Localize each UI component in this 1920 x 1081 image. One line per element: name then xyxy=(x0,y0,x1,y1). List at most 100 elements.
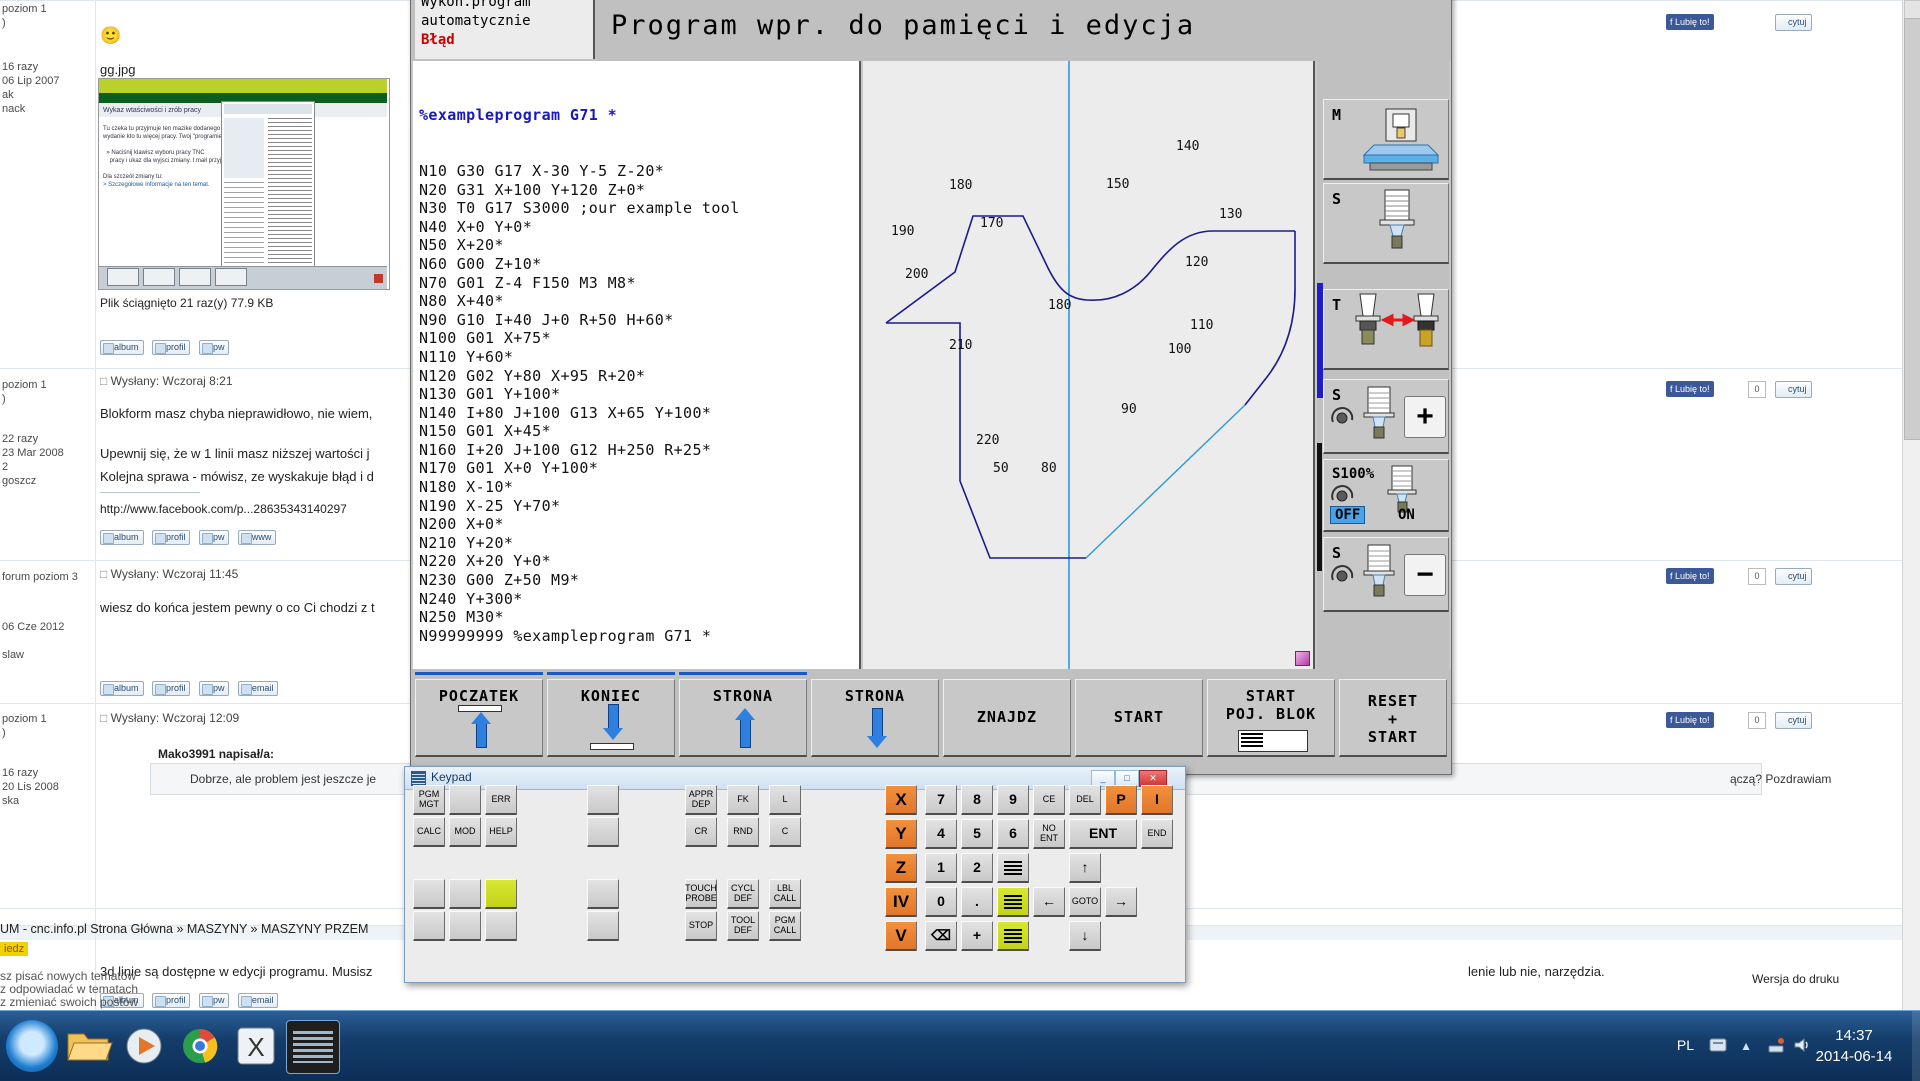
profil-button[interactable]: profil xyxy=(151,340,191,355)
softkey-start-single-block[interactable]: START POJ. BLOK xyxy=(1207,679,1335,757)
numeric-key-5[interactable]: 5 xyxy=(961,819,993,849)
decrease-button[interactable]: − xyxy=(1404,554,1446,596)
round-icon-key[interactable]: RND xyxy=(727,817,759,847)
pw-button[interactable]: pw xyxy=(198,681,230,696)
program-line[interactable]: N140 I+80 J+100 G13 X+65 Y+100* xyxy=(419,404,859,423)
calc-key[interactable]: CALC xyxy=(413,817,445,847)
arrow-up-key[interactable]: ↑ xyxy=(1069,853,1101,883)
x-app-icon[interactable]: X xyxy=(230,1020,282,1072)
program-line[interactable]: N30 T0 G17 S3000 ;our example tool xyxy=(419,199,859,218)
facebook-like-button[interactable]: f Lubię to! xyxy=(1666,381,1714,397)
goto-key[interactable]: GOTO xyxy=(1069,887,1101,917)
softkey-strona-down[interactable]: STRONA xyxy=(811,679,939,757)
program-line[interactable]: N50 X+20* xyxy=(419,236,859,255)
scroll-thumb[interactable] xyxy=(1904,18,1920,440)
arrow-left-key[interactable]: ← xyxy=(1033,887,1065,917)
program-line[interactable]: N60 G00 Z+10* xyxy=(419,255,859,274)
pw-button[interactable]: pw xyxy=(198,530,230,545)
softkey-poczatek[interactable]: POCZATEK xyxy=(415,679,543,757)
arrow-down-key[interactable]: ↓ xyxy=(1069,921,1101,951)
program-line[interactable]: N190 X-25 Y+70* xyxy=(419,497,859,516)
numeric-key-8[interactable]: 8 xyxy=(961,785,993,815)
list-key-3[interactable] xyxy=(997,921,1029,951)
explorer-icon[interactable] xyxy=(62,1020,114,1072)
program-line[interactable]: N200 X+0* xyxy=(419,515,859,534)
network-icon[interactable] xyxy=(1766,1035,1786,1060)
axis-key-y[interactable]: Y xyxy=(885,819,917,849)
program-line[interactable]: N40 X+0 Y+0* xyxy=(419,218,859,237)
tray-expand-icon[interactable]: ▲ xyxy=(1740,1039,1752,1053)
program-line[interactable]: N130 G01 Y+100* xyxy=(419,385,859,404)
fk-key[interactable]: FK xyxy=(727,785,759,815)
program-line[interactable]: N90 G10 I+40 J+0 R+50 H+60* xyxy=(419,311,859,330)
cycle-cw-icon-key[interactable] xyxy=(587,785,619,815)
start-button[interactable] xyxy=(6,1020,58,1072)
media-player-icon[interactable] xyxy=(118,1020,170,1072)
program-line[interactable]: N10 G30 G17 X-30 Y-5 Z-20* xyxy=(419,162,859,181)
program-run-icon-key[interactable] xyxy=(485,879,517,909)
tool-def-key[interactable]: TOOL DEF xyxy=(727,911,759,941)
program-line[interactable]: N220 X+20 Y+0* xyxy=(419,552,859,571)
email-button[interactable]: email xyxy=(237,681,279,696)
s100-on-state[interactable]: ON xyxy=(1398,507,1415,523)
program-line[interactable]: N20 G31 X+100 Y+120 Z+0* xyxy=(419,181,859,200)
facebook-like-button[interactable]: f Lubię to! xyxy=(1666,712,1714,728)
help-key[interactable]: HELP xyxy=(485,817,517,847)
s100-off-state[interactable]: OFF xyxy=(1330,506,1366,524)
del-key[interactable]: DEL xyxy=(1069,785,1101,815)
no-ent-key[interactable]: NO ENT xyxy=(1033,819,1065,849)
stop-key[interactable]: STOP xyxy=(685,911,717,941)
program-line[interactable]: N170 G01 X+0 Y+100* xyxy=(419,459,859,478)
pw-button[interactable]: pw xyxy=(198,340,230,355)
mod-key[interactable]: MOD xyxy=(449,817,481,847)
axis-key-x[interactable]: X xyxy=(885,785,917,815)
i-key[interactable]: I xyxy=(1141,785,1173,815)
blank-key[interactable] xyxy=(449,785,481,815)
increase-button[interactable]: + xyxy=(1404,396,1446,438)
horizontal-softkey-row[interactable]: POCZATEK KONIEC STRONA STRONA ZNAJDZ STA… xyxy=(411,669,1451,774)
lbl-call-key[interactable]: LBL CALL xyxy=(769,879,801,909)
program-line[interactable]: N110 Y+60* xyxy=(419,348,859,367)
album-button[interactable]: album xyxy=(100,340,144,355)
post-actions-3[interactable]: album profil pw email xyxy=(100,678,282,696)
numeric-key-sym[interactable]: + xyxy=(961,921,993,951)
list-key-1[interactable] xyxy=(997,853,1029,883)
taskbar[interactable]: X PL ▲ 14:37 2014-06-14 xyxy=(0,1010,1920,1081)
breadcrumb[interactable]: UM - cnc.info.pl Strona Główna » MASZYNY… xyxy=(0,920,368,939)
program-line[interactable]: N120 G02 Y+80 X+95 R+20* xyxy=(419,367,859,386)
mdi-icon-key[interactable] xyxy=(587,911,619,941)
handwheel-icon-key[interactable] xyxy=(449,879,481,909)
print-version-link[interactable]: Wersja do druku xyxy=(1752,970,1839,989)
appr-dep-key[interactable]: APPR DEP xyxy=(685,785,717,815)
softkey-S[interactable]: S xyxy=(1323,183,1449,264)
err-key[interactable]: ERR xyxy=(485,785,517,815)
post-actions-2[interactable]: album profil pw www xyxy=(100,527,280,545)
arrow-right-key[interactable]: → xyxy=(1105,887,1137,917)
language-indicator[interactable]: PL xyxy=(1677,1037,1694,1053)
pgm-call-key[interactable]: PGM CALL xyxy=(769,911,801,941)
post-link[interactable]: http://www.facebook.com/p...286353431402… xyxy=(100,500,347,519)
program-line[interactable]: N230 G00 Z+50 M9* xyxy=(419,571,859,590)
scroll-up-button[interactable] xyxy=(1904,0,1920,19)
cycl-def-key[interactable]: CYCL DEF xyxy=(727,879,759,909)
email-button[interactable]: email xyxy=(237,993,279,1008)
profil-button[interactable]: profil xyxy=(151,681,191,696)
p-key[interactable]: P xyxy=(1105,785,1137,815)
numeric-key-2[interactable]: 2 xyxy=(961,853,993,883)
program-line[interactable]: N160 I+20 J+100 G12 H+250 R+25* xyxy=(419,441,859,460)
ent-key[interactable]: ENT xyxy=(1069,819,1137,849)
profil-button[interactable]: profil xyxy=(151,530,191,545)
softkey-reset-start[interactable]: RESET + START xyxy=(1339,679,1447,757)
numeric-key-0[interactable]: 0 xyxy=(925,887,957,917)
www-button[interactable]: www xyxy=(237,530,277,545)
softkey-S-increase[interactable]: S + xyxy=(1323,379,1449,454)
circle-icon-key[interactable]: C xyxy=(769,817,801,847)
graphics-pane[interactable]: 140 150 130 190 180 170 180 120 200 110 … xyxy=(863,61,1315,669)
numeric-key-4[interactable]: 4 xyxy=(925,819,957,849)
softkey-T[interactable]: T xyxy=(1323,289,1449,370)
softkey-start[interactable]: START xyxy=(1075,679,1203,757)
post-actions-1[interactable]: album profil pw xyxy=(100,337,233,355)
ce-key[interactable]: CE xyxy=(1033,785,1065,815)
attachment-thumbnail[interactable]: Wykaz wtaściwości i zrób pracy Tu czeka … xyxy=(98,78,390,290)
tray-action-center-icon[interactable] xyxy=(1708,1035,1728,1060)
